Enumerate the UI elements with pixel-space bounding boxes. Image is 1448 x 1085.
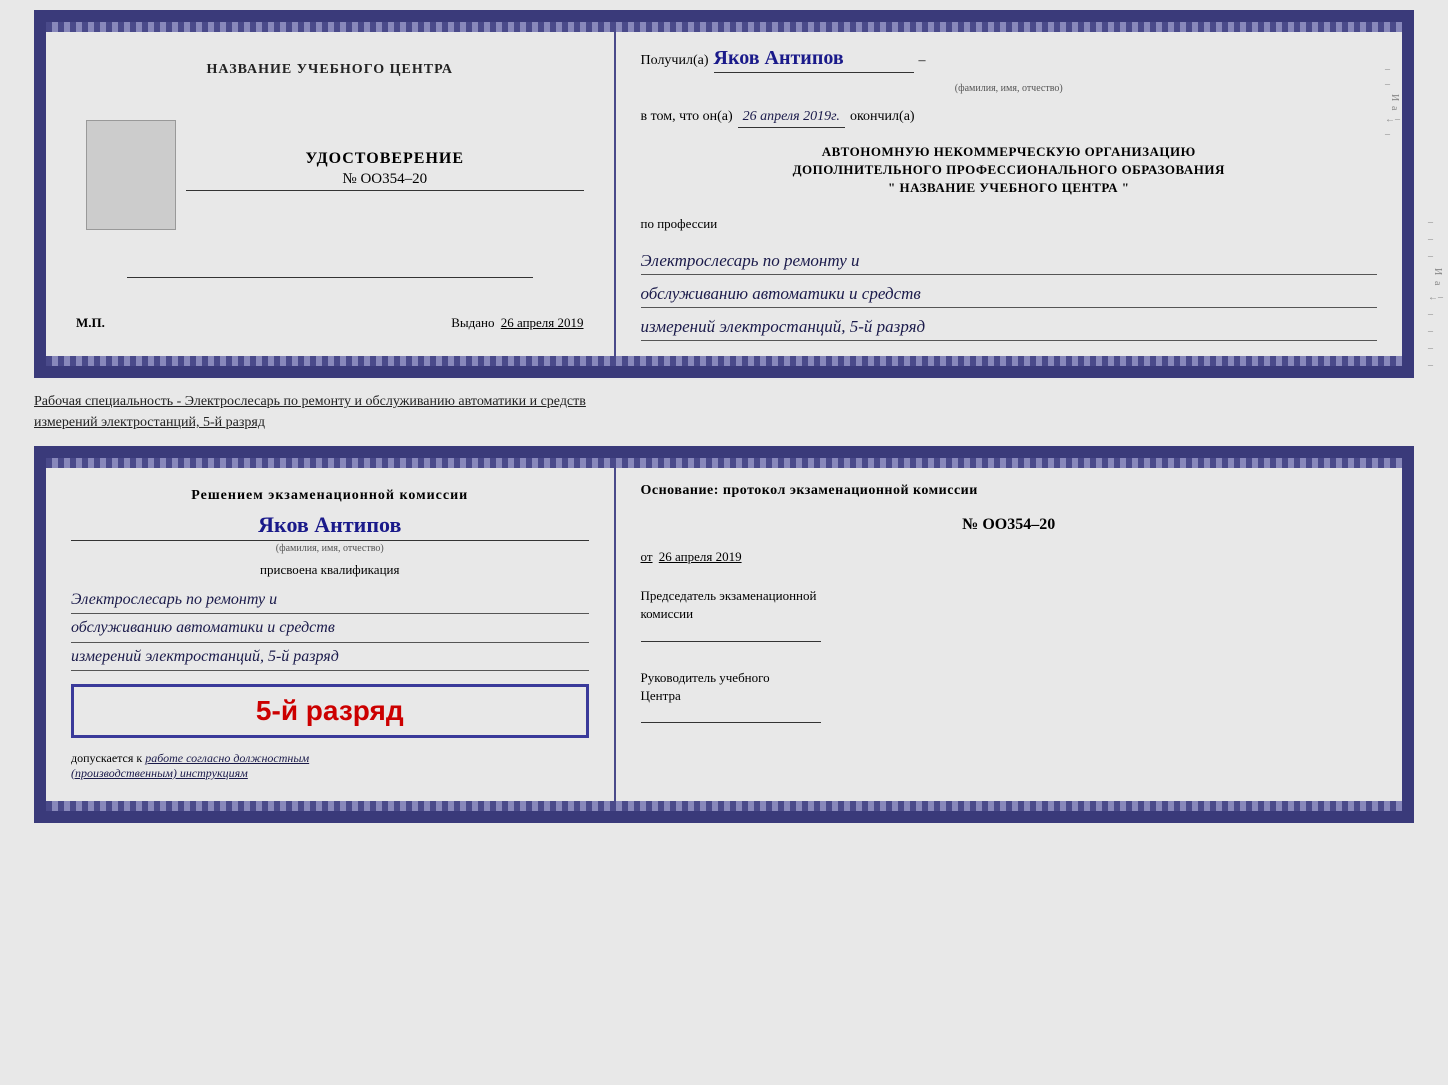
top-certificate-outer: НАЗВАНИЕ УЧЕБНОГО ЦЕНТРА УДОСТОВЕРЕНИЕ №… xyxy=(34,10,1414,378)
profession-line1: Электрослесарь по ремонту и xyxy=(641,247,1377,275)
nomer-value: № ОО354–20 xyxy=(962,516,1055,533)
rabochaya-text-block: Рабочая специальность - Электрослесарь п… xyxy=(34,386,1414,438)
org-quote-open: " xyxy=(888,180,896,195)
osnovanie-title: Основание: протокол экзаменационной коми… xyxy=(641,483,1377,499)
poluchil-label: Получил(а) xyxy=(641,53,709,69)
fio-subtitle-top: (фамилия, имя, отчество) xyxy=(641,83,1377,94)
vtom-date: 26 апреля 2019г. xyxy=(738,109,845,128)
training-center-title: НАЗВАНИЕ УЧЕБНОГО ЦЕНТРА xyxy=(207,62,453,78)
bottom-person-name: Яков Антипов xyxy=(71,512,589,541)
dash: – xyxy=(919,53,926,69)
profession-line3: измерений электростанций, 5-й разряд xyxy=(641,313,1377,341)
dopuskaetsya-block: допускается к работе согласно должностны… xyxy=(71,751,589,781)
qual-line2: обслуживанию автоматики и средств xyxy=(71,614,589,642)
komissii-text: комиссии xyxy=(641,606,694,621)
bottom-cert-left: Решением экзаменационной комиссии Яков А… xyxy=(46,468,616,801)
vtom-row: в том, что он(а) 26 апреля 2019г. окончи… xyxy=(641,109,1377,128)
centra-text: Центра xyxy=(641,688,681,703)
left-bottom-row: М.П. Выдано 26 апреля 2019 xyxy=(76,315,584,331)
top-cert-right-panel: Получил(а) Яков Антипов – (фамилия, имя,… xyxy=(616,32,1402,356)
ot-date: 26 апреля 2019 xyxy=(659,549,742,564)
document-wrapper: НАЗВАНИЕ УЧЕБНОГО ЦЕНТРА УДОСТОВЕРЕНИЕ №… xyxy=(34,10,1414,823)
vydano-date: 26 апреля 2019 xyxy=(501,315,584,330)
bottom-deco-bar-top xyxy=(46,356,1402,366)
rukovoditel-block: Руководитель учебного Центра xyxy=(641,669,1377,723)
udostoverenie-number: № ОО354–20 xyxy=(186,171,584,191)
fio-subtitle-bottom: (фамилия, имя, отчество) xyxy=(71,543,589,554)
prisvoena-text: присвоена квалификация xyxy=(71,562,589,578)
bottom-name-block: Яков Антипов (фамилия, имя, отчество) xyxy=(71,512,589,554)
nomer-block: № ОО354–20 xyxy=(641,516,1377,534)
top-cert-content: НАЗВАНИЕ УЧЕБНОГО ЦЕНТРА УДОСТОВЕРЕНИЕ №… xyxy=(46,32,1402,356)
side-deco: – – И а ←– – xyxy=(1385,64,1400,140)
predsedatel-label: Председатель экзаменационной комиссии xyxy=(641,587,1377,623)
profession-line2: обслуживанию автоматики и средств xyxy=(641,280,1377,308)
person-name-top: Яков Антипов xyxy=(714,47,914,73)
vydano-label: Выдано xyxy=(451,315,494,330)
ot-block: от 26 апреля 2019 xyxy=(641,549,1377,565)
photo-placeholder xyxy=(86,120,176,230)
poluchil-row: Получил(а) Яков Антипов – xyxy=(641,47,1377,73)
org-quote-close: " xyxy=(1122,180,1130,195)
org-block: АВТОНОМНУЮ НЕКОММЕРЧЕСКУЮ ОРГАНИЗАЦИЮ ДО… xyxy=(641,143,1377,198)
bottom-cert-right: Основание: протокол экзаменационной коми… xyxy=(616,468,1402,801)
qual-line3: измерений электростанций, 5-й разряд xyxy=(71,643,589,671)
dopuskaetsya-label: допускается к xyxy=(71,751,142,765)
bottom-certificate-outer: Решением экзаменационной комиссии Яков А… xyxy=(34,446,1414,823)
predsedatel-block: Председатель экзаменационной комиссии xyxy=(641,587,1377,641)
vydano-section: Выдано 26 апреля 2019 xyxy=(451,315,583,331)
profession-block: Электрослесарь по ремонту и обслуживанию… xyxy=(641,242,1377,342)
instrukcii-italic: (производственным) инструкциям xyxy=(71,766,248,780)
bottom-top-deco-bar xyxy=(46,458,1402,468)
top-deco-bar xyxy=(46,22,1402,32)
rabochaya-text: Рабочая специальность - Электрослесарь п… xyxy=(34,394,586,430)
org-line1: АВТОНОМНУЮ НЕКОММЕРЧЕСКУЮ ОРГАНИЗАЦИЮ xyxy=(641,143,1377,161)
org-name: НАЗВАНИЕ УЧЕБНОГО ЦЕНТРА xyxy=(899,180,1118,195)
qualification-block: Электрослесарь по ремонту и обслуживанию… xyxy=(71,586,589,671)
razryad-big-text: 5-й разряд xyxy=(89,695,571,727)
ot-label: от xyxy=(641,549,653,564)
vtom-label: в том, что он(а) xyxy=(641,109,733,125)
okonchil-label: окончил(а) xyxy=(850,109,915,125)
rukovoditel-label: Руководитель учебного Центра xyxy=(641,669,1377,705)
resheniem-title: Решением экзаменационной комиссии xyxy=(71,488,589,504)
side-deco-bottom: – – – И а ←– – – – – xyxy=(1428,217,1443,371)
po-professii-label: по профессии xyxy=(641,216,1377,232)
razryad-box: 5-й разряд xyxy=(71,684,589,738)
bottom-cert-content: Решением экзаменационной комиссии Яков А… xyxy=(46,468,1402,801)
mp-label: М.П. xyxy=(76,315,105,331)
predsedatel-text: Председатель экзаменационной xyxy=(641,588,817,603)
top-cert-left-panel: НАЗВАНИЕ УЧЕБНОГО ЦЕНТРА УДОСТОВЕРЕНИЕ №… xyxy=(46,32,616,356)
org-line2: ДОПОЛНИТЕЛЬНОГО ПРОФЕССИОНАЛЬНОГО ОБРАЗО… xyxy=(641,161,1377,179)
org-name-line: " НАЗВАНИЕ УЧЕБНОГО ЦЕНТРА " xyxy=(641,179,1377,197)
qual-line1: Электрослесарь по ремонту и xyxy=(71,586,589,614)
predsedatel-signature-line xyxy=(641,632,821,642)
rukovoditel-text: Руководитель учебного xyxy=(641,670,770,685)
udostoverenie-title: УДОСТОВЕРЕНИЕ xyxy=(186,150,584,168)
rukovoditel-signature-line xyxy=(641,713,821,723)
bottom-deco-bar-bottom xyxy=(46,801,1402,811)
udostoverenie-block: УДОСТОВЕРЕНИЕ № ОО354–20 xyxy=(186,150,584,191)
dopuskaetsya-italic: работе согласно должностным xyxy=(145,751,309,765)
